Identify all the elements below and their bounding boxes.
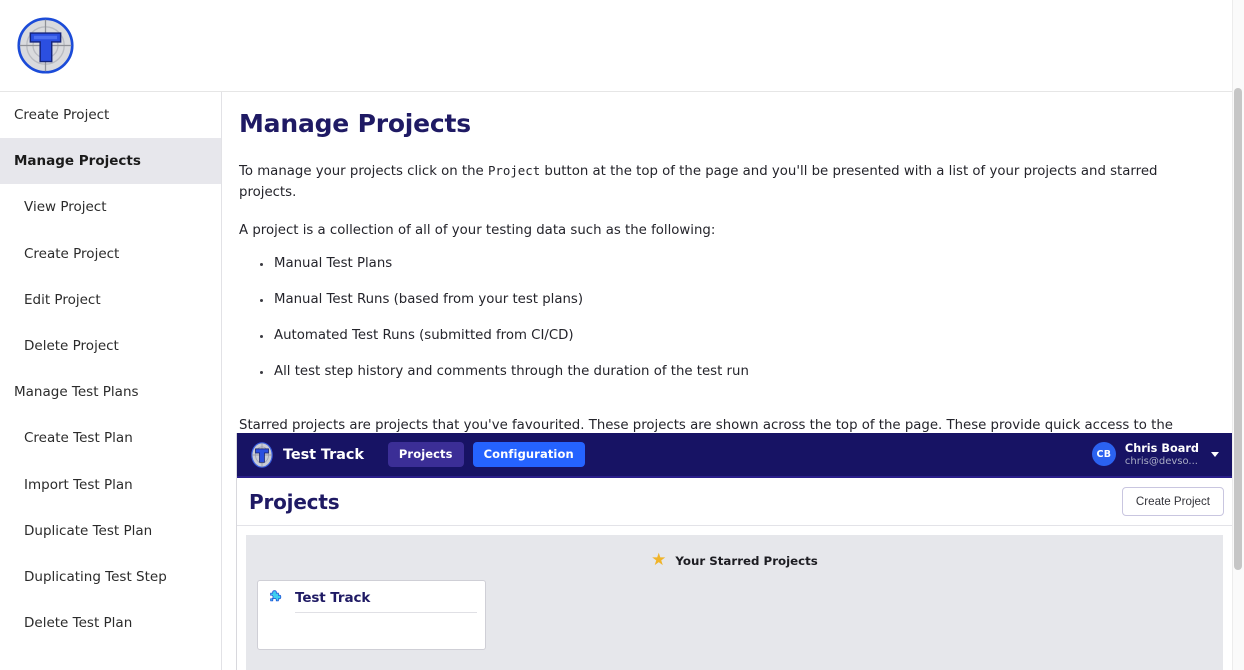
- nav-pill-configuration[interactable]: Configuration: [472, 442, 585, 467]
- list-item: Manual Test Plans: [260, 256, 1232, 292]
- sidebar-item-create-project-sub[interactable]: Create Project: [0, 231, 221, 277]
- testing-data-list: Manual Test Plans Manual Test Runs (base…: [222, 242, 1232, 400]
- user-email: chris@devso...: [1124, 455, 1198, 467]
- sidebar-item-edit-project[interactable]: Edit Project: [0, 277, 221, 323]
- intro-paragraph: To manage your projects click on the Pro…: [222, 138, 1232, 203]
- starred-heading-label: Your Starred Projects: [675, 553, 818, 568]
- sidebar-item-label: Edit Project: [24, 291, 101, 308]
- star-icon: ★: [651, 550, 667, 570]
- sidebar-item-import-test-plan[interactable]: Import Test Plan: [0, 462, 221, 508]
- embedded-app-screenshot: Test Track Projects Configuration CB Chr…: [236, 433, 1232, 670]
- vertical-scrollbar-track[interactable]: [1232, 0, 1244, 670]
- sidebar-item-label: Duplicating Test Step: [24, 568, 167, 585]
- list-item: All test step history and comments throu…: [260, 364, 1232, 400]
- sidebar-item-delete-project[interactable]: Delete Project: [0, 323, 221, 369]
- collection-paragraph: A project is a collection of all of your…: [239, 223, 716, 239]
- nav-pill-projects[interactable]: Projects: [387, 442, 464, 467]
- chevron-down-icon[interactable]: [1211, 451, 1219, 457]
- sidebar-item-label: Create Test Plan: [24, 430, 133, 447]
- sidebar-item-label: Duplicate Test Plan: [24, 522, 153, 539]
- project-card-divider: [295, 612, 477, 613]
- user-menu[interactable]: CB Chris Board chris@devso...: [1091, 442, 1232, 467]
- page-title: Manage Projects: [239, 109, 471, 138]
- project-card-row: Test Track: [268, 589, 475, 606]
- app-subheader: Projects Create Project: [237, 478, 1232, 526]
- project-code-token: Project: [487, 163, 541, 178]
- sidebar-item-label: Create Project: [14, 107, 110, 123]
- sidebar-item-create-test-plan[interactable]: Create Test Plan: [0, 415, 221, 461]
- sidebar-item-label: Delete Test Plan: [24, 615, 133, 632]
- intro-text-before: To manage your projects click on the: [239, 164, 488, 179]
- test-track-logo-icon[interactable]: [249, 441, 275, 468]
- project-name: Test Track: [295, 589, 371, 606]
- puzzle-piece-icon: [270, 590, 282, 602]
- projects-heading: Projects: [249, 489, 340, 514]
- top-header-bar: [0, 0, 1232, 92]
- sidebar-item-create-project[interactable]: Create Project: [0, 92, 221, 138]
- create-project-button[interactable]: Create Project: [1121, 487, 1224, 516]
- starred-heading-row: ★ Your Starred Projects: [246, 552, 1223, 569]
- sidebar-item-manage-projects[interactable]: Manage Projects: [0, 138, 221, 185]
- vertical-scrollbar-thumb[interactable]: [1234, 88, 1242, 570]
- sidebar-item-duplicate-test-plan[interactable]: Duplicate Test Plan: [0, 508, 221, 554]
- starred-projects-panel: ★ Your Starred Projects Test Track: [246, 535, 1223, 670]
- sidebar-item-duplicating-test-step[interactable]: Duplicating Test Step: [0, 554, 221, 600]
- avatar: CB: [1091, 442, 1116, 467]
- sidebar-item-manage-test-plans[interactable]: Manage Test Plans: [0, 369, 221, 415]
- project-card[interactable]: Test Track: [257, 580, 486, 650]
- sidebar-item-label: View Project: [24, 199, 107, 216]
- sidebar-item-label: Manage Test Plans: [14, 384, 139, 401]
- user-text: Chris Board chris@devso...: [1125, 442, 1199, 467]
- sidebar-item-label: Manage Projects: [14, 153, 141, 170]
- user-name: Chris Board: [1124, 441, 1199, 455]
- test-track-circle-logo-icon[interactable]: [17, 17, 74, 74]
- sidebar-nav[interactable]: Create Project Manage Projects View Proj…: [0, 92, 222, 670]
- app-brand-name: Test Track: [283, 446, 364, 463]
- sidebar-item-label: Create Project: [24, 245, 120, 262]
- page-root: Create Project Manage Projects View Proj…: [0, 0, 1244, 670]
- sidebar-item-view-project[interactable]: View Project: [0, 184, 221, 230]
- sidebar-item-delete-test-plan[interactable]: Delete Test Plan: [0, 600, 221, 646]
- sidebar-item-label: Delete Project: [24, 337, 119, 354]
- list-item: Manual Test Runs (based from your test p…: [260, 292, 1232, 328]
- list-item: Automated Test Runs (submitted from CI/C…: [260, 328, 1232, 364]
- sidebar-item-label: Import Test Plan: [24, 476, 133, 493]
- app-header-bar: Test Track Projects Configuration CB Chr…: [237, 433, 1232, 478]
